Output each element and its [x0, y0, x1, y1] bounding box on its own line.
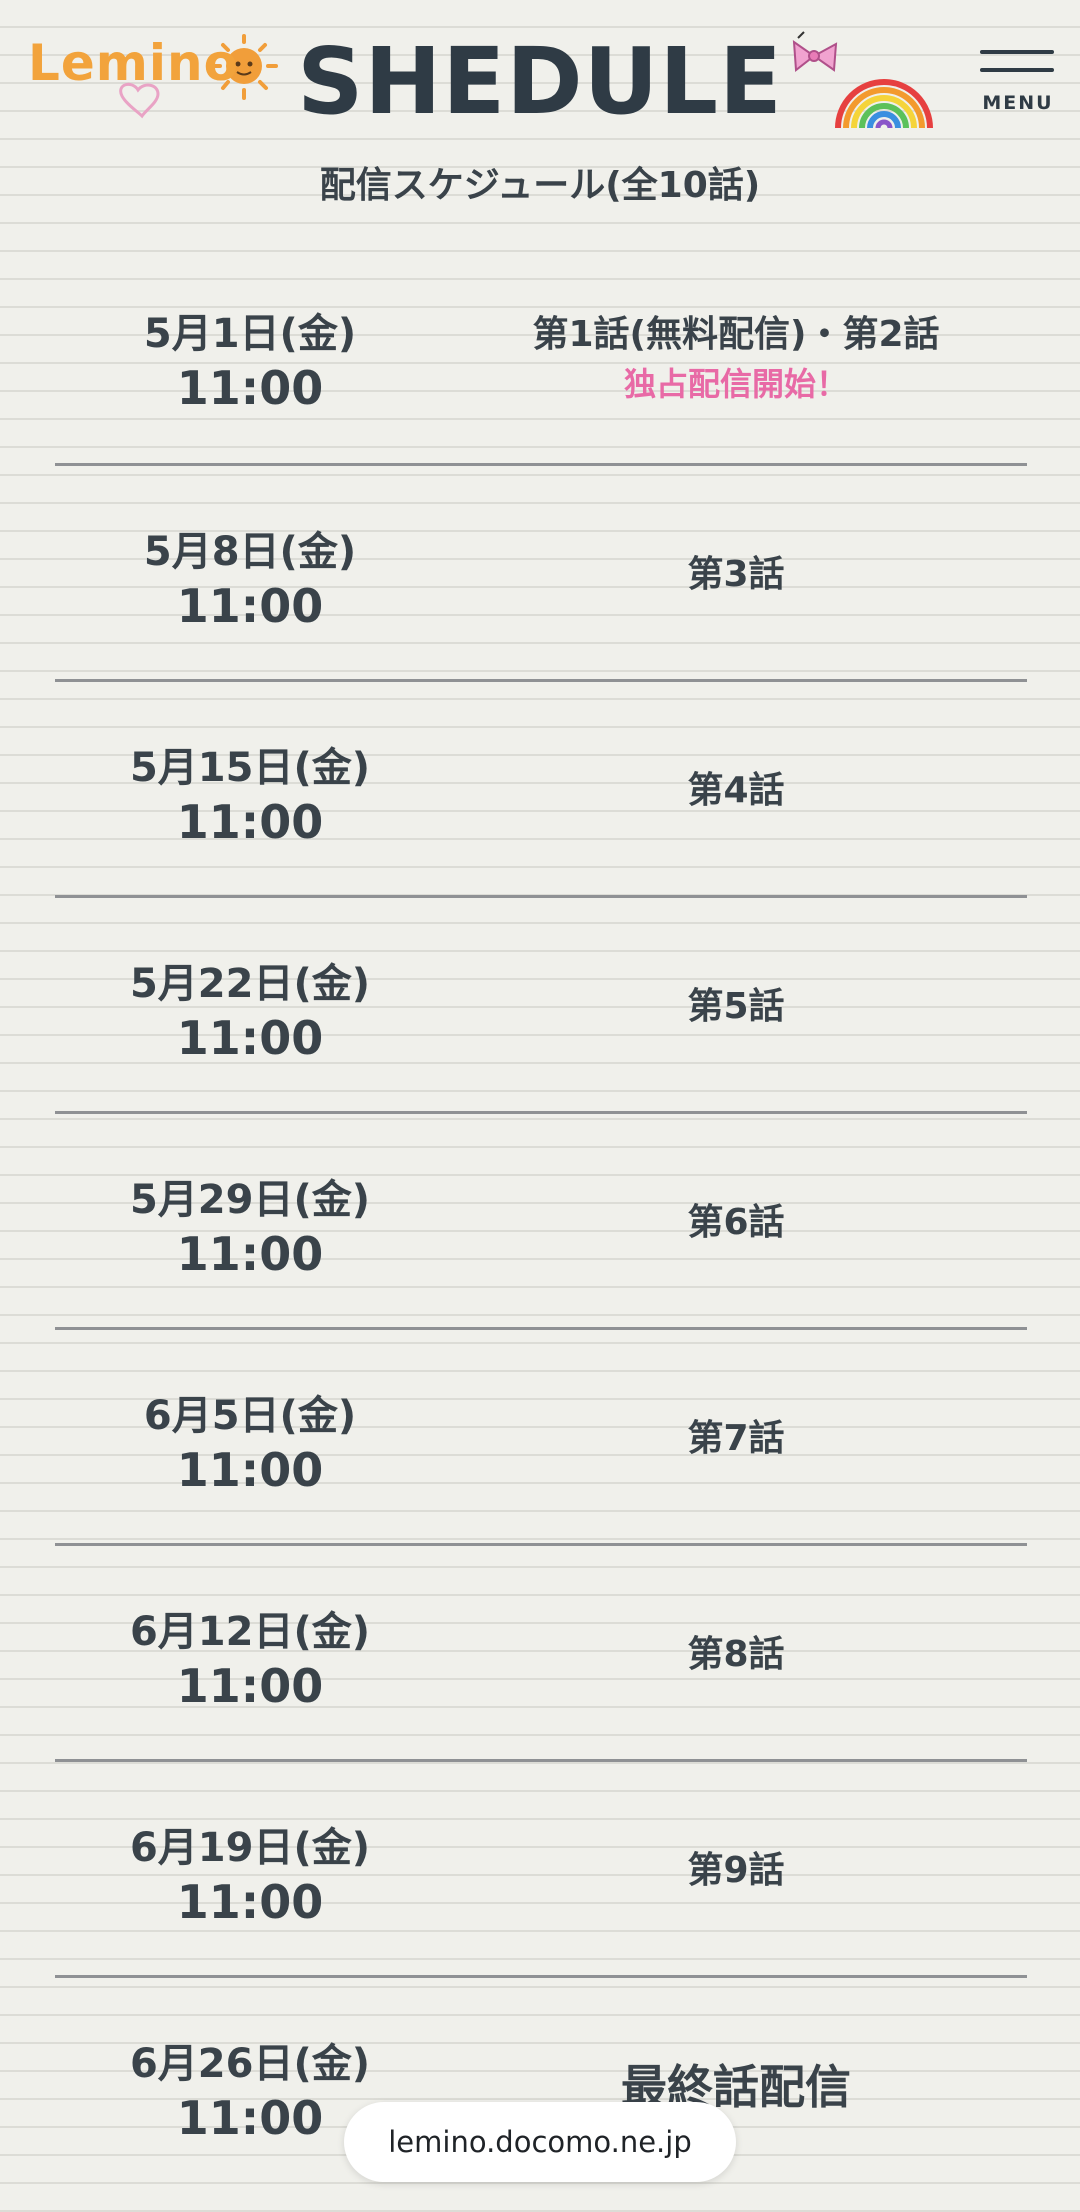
release-time: 11:00 [176, 1227, 324, 1281]
menu-button[interactable]: MENU [978, 46, 1058, 126]
release-date: 5月22日(金) [129, 961, 371, 1007]
date-cell: 6月12日(金) 11:00 [55, 1606, 445, 1714]
date-cell: 5月22日(金) 11:00 [55, 958, 445, 1066]
exclusive-note: 独占配信開始！ [623, 365, 848, 403]
date-cell: 6月5日(金) 11:00 [55, 1390, 445, 1498]
release-time: 11:00 [176, 1875, 324, 1929]
address-bar[interactable]: lemino.docomo.ne.jp [344, 2102, 736, 2182]
schedule-row: 5月8日(金) 11:00 第3話 [55, 466, 1027, 682]
menu-label: MENU [982, 92, 1054, 114]
schedule-row: 5月29日(金) 11:00 第6話 [55, 1114, 1027, 1330]
episode-cell: 第8話 [445, 1630, 1027, 1680]
episode-cell: 第6話 [445, 1198, 1027, 1248]
release-time: 11:00 [176, 1011, 324, 1065]
episode-label: 第5話 [687, 986, 785, 1027]
episode-label: 第6話 [687, 1202, 785, 1243]
schedule-subtitle: 配信スケジュール(全10話) [319, 165, 761, 206]
release-date: 5月29日(金) [129, 1177, 371, 1223]
schedule-row: 6月12日(金) 11:00 第8話 [55, 1546, 1027, 1762]
release-date: 5月15日(金) [129, 745, 371, 791]
menu-icon-bar [980, 68, 1054, 72]
episode-label: 第1話(無料配信)・第2話 [532, 314, 940, 355]
episode-cell: 第1話(無料配信)・第2話 独占配信開始！ [445, 310, 1027, 408]
episode-label: 第4話 [687, 770, 785, 811]
schedule-row: 6月19日(金) 11:00 第9話 [55, 1762, 1027, 1978]
schedule-row: 5月22日(金) 11:00 第5話 [55, 898, 1027, 1114]
episode-label: 第3話 [687, 554, 785, 595]
episode-cell: 第3話 [445, 550, 1027, 600]
release-date: 6月19日(金) [129, 1825, 371, 1871]
schedule-row: 5月1日(金) 11:00 第1話(無料配信)・第2話 独占配信開始！ [55, 250, 1027, 466]
header: Lemino SHEDULE MENU [0, 0, 1080, 150]
date-cell: 6月19日(金) 11:00 [55, 1822, 445, 1930]
release-date: 6月12日(金) [129, 1609, 371, 1655]
date-cell: 5月15日(金) 11:00 [55, 742, 445, 850]
release-date: 6月26日(金) [129, 2041, 371, 2087]
episode-cell: 第9話 [445, 1846, 1027, 1896]
date-cell: 5月29日(金) 11:00 [55, 1174, 445, 1282]
schedule-row: 5月15日(金) 11:00 第4話 [55, 682, 1027, 898]
date-cell: 5月8日(金) 11:00 [55, 526, 445, 634]
release-time: 11:00 [176, 579, 324, 633]
episode-label: 第8話 [687, 1634, 785, 1675]
episode-cell: 第5話 [445, 982, 1027, 1032]
date-cell: 5月1日(金) 11:00 [55, 308, 445, 416]
episode-cell: 第4話 [445, 766, 1027, 816]
rainbow-icon [835, 79, 933, 129]
release-date: 5月8日(金) [143, 529, 357, 575]
release-time: 11:00 [176, 361, 324, 415]
schedule-list: 5月1日(金) 11:00 第1話(無料配信)・第2話 独占配信開始！ 5月8日… [55, 250, 1027, 2194]
episode-cell: 第7話 [445, 1414, 1027, 1464]
episode-label: 第9話 [687, 1850, 785, 1891]
release-time: 11:00 [176, 795, 324, 849]
release-time: 11:00 [176, 1659, 324, 1713]
release-date: 6月5日(金) [143, 1393, 357, 1439]
episode-label: 第7話 [687, 1418, 785, 1459]
menu-icon [980, 50, 1054, 54]
release-time: 11:00 [176, 1443, 324, 1497]
schedule-row: 6月5日(金) 11:00 第7話 [55, 1330, 1027, 1546]
release-date: 5月1日(金) [143, 311, 357, 357]
